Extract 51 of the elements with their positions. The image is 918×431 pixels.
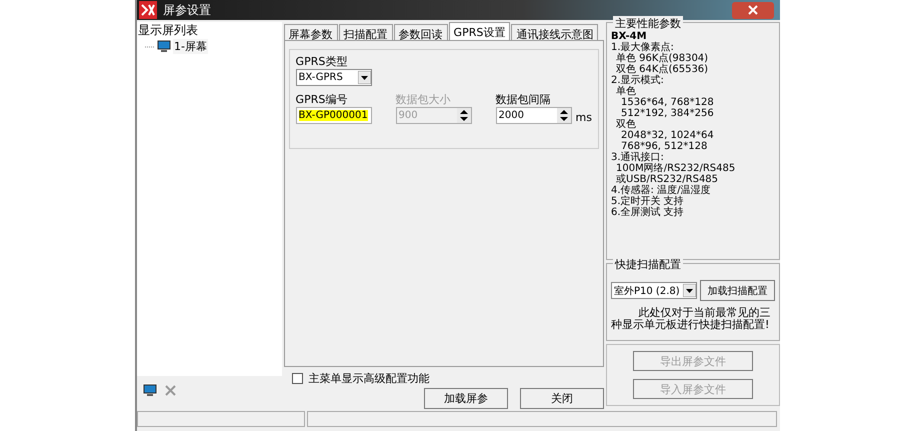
spec-line: 2048*32, 1024*64	[620, 130, 715, 142]
model-name: BX-4M	[611, 31, 647, 42]
tab[interactable]: 屏幕参数	[284, 24, 338, 40]
spec-line: 单色	[615, 86, 637, 98]
close-icon	[748, 5, 758, 16]
caret-icon	[358, 71, 371, 84]
tab[interactable]: 通讯接线示意图	[511, 24, 598, 40]
field-label: GPRS编号	[296, 92, 348, 108]
spec-line: 1.最大像素点:	[611, 42, 674, 54]
spec-line: 100M网络/RS232/RS485	[615, 163, 736, 174]
advanced-checkbox[interactable]: 主菜单显示高级配置功能	[292, 371, 604, 386]
spec-line: 2.显示模式:	[611, 75, 665, 86]
group-title: 快捷扫描配置	[613, 257, 683, 272]
gprs-id-field[interactable]: BX-GP000001	[296, 107, 372, 124]
spinner-arrows-icon[interactable]	[456, 108, 471, 124]
group-title: 主要性能参数	[613, 16, 683, 32]
dialog-button[interactable]: 加载屏参	[424, 388, 508, 410]
window-title: 屏参设置	[163, 2, 211, 19]
tab[interactable]: GPRS设置	[448, 22, 510, 40]
field-label: GPRS类型	[296, 54, 348, 70]
monitor-icon[interactable]	[143, 384, 157, 398]
load-scan-button[interactable]: 加载扫描配置	[700, 280, 775, 302]
packet-interval-field[interactable]: 2000	[496, 107, 572, 124]
app-logo-icon	[139, 1, 157, 20]
spec-line: 6.全屏测试 支持	[611, 207, 685, 218]
spec-line: 双色 64K点(65536)	[615, 64, 710, 76]
field-label: 数据包大小	[396, 92, 452, 108]
spec-line: 单色 96K点(98304)	[615, 53, 710, 64]
field-label: 数据包间隔	[496, 92, 552, 108]
tab[interactable]: 参数回读	[394, 24, 448, 40]
tree-title: 显示屏列表	[137, 22, 199, 40]
spec-line: 3.通讯接口:	[611, 152, 664, 164]
tree-line-icon	[145, 44, 155, 49]
spec-line: 768*96, 512*128	[621, 141, 708, 152]
spec-line: 5.定时开关 支持	[611, 196, 685, 208]
spec-line: 4.传感器: 温度/温湿度	[611, 185, 712, 196]
spinner-arrows-icon[interactable]	[556, 108, 571, 124]
caret-icon	[683, 284, 696, 298]
gprs-type-select[interactable]: BX-GPRS	[296, 69, 372, 86]
spec-line: 或USB/RS232/RS485	[615, 174, 720, 186]
spec-line: 双色	[615, 119, 637, 130]
dialog-button[interactable]: 关闭	[520, 388, 604, 410]
spec-line: 1536*64, 768*128	[620, 97, 715, 108]
spec-line: 512*192, 384*256	[621, 108, 715, 120]
quick-scan-note: 此处仅对于当前最常见的三种显示单元板进行快捷扫描配置!	[611, 307, 772, 332]
monitor-icon	[157, 40, 171, 54]
tab[interactable]: 扫描配置	[338, 24, 393, 40]
close-button[interactable]	[732, 2, 774, 19]
tree-item[interactable]: 1-屏幕	[173, 39, 208, 54]
unit-label: ms	[576, 111, 592, 124]
scan-preset-select[interactable]: 室外P10 (2.8)	[611, 282, 698, 300]
